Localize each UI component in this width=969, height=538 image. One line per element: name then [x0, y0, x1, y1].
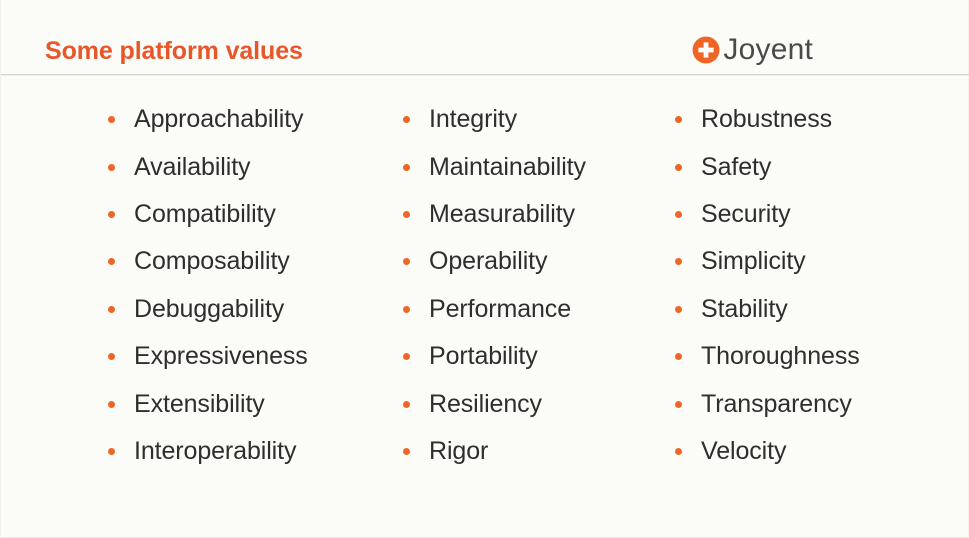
- bullet-dot-icon: [108, 447, 115, 455]
- value-label: Resiliency: [429, 389, 542, 418]
- bullet-dot-icon: [675, 400, 682, 408]
- bullet-dot-icon: [675, 210, 682, 218]
- value-label: Simplicity: [701, 247, 806, 276]
- bullet-dot-icon: [675, 163, 682, 171]
- value-label: Integrity: [429, 105, 518, 134]
- value-label: Compatibility: [134, 199, 276, 228]
- bullet-dot-icon: [403, 210, 410, 218]
- value-list-2: Integrity Maintainability Measurability …: [397, 96, 669, 475]
- value-label: Safety: [701, 152, 772, 181]
- values-columns: Approachability Availability Compatibili…: [1, 96, 969, 475]
- bullet-dot-icon: [675, 305, 682, 313]
- list-item: Robustness: [669, 96, 959, 143]
- bullet-dot-icon: [675, 447, 682, 455]
- value-label: Operability: [429, 247, 548, 276]
- value-label: Availability: [134, 152, 251, 181]
- values-column-1: Approachability Availability Compatibili…: [1, 96, 397, 475]
- value-label: Extensibility: [134, 389, 265, 418]
- bullet-dot-icon: [108, 258, 115, 266]
- value-label: Measurability: [429, 199, 575, 228]
- list-item: Extensibility: [102, 380, 397, 427]
- list-item: Interoperability: [102, 428, 397, 475]
- value-label: Debuggability: [134, 294, 285, 323]
- list-item: Transparency: [669, 380, 959, 427]
- list-item: Velocity: [669, 428, 959, 475]
- bullet-dot-icon: [403, 353, 410, 361]
- list-item: Operability: [397, 238, 669, 285]
- value-label: Velocity: [701, 436, 787, 465]
- bullet-dot-icon: [108, 400, 115, 408]
- values-column-3: Robustness Safety Security Simplicity St…: [669, 96, 959, 475]
- joyent-logo: Joyent: [692, 33, 813, 67]
- values-column-2: Integrity Maintainability Measurability …: [397, 96, 669, 475]
- list-item: Resiliency: [397, 380, 669, 427]
- list-item: Performance: [397, 286, 669, 333]
- page-title: Some platform values: [45, 37, 303, 65]
- list-item: Portability: [397, 333, 669, 380]
- joyent-plus-circle-icon: [692, 36, 720, 64]
- list-item: Composability: [102, 238, 397, 285]
- value-list-1: Approachability Availability Compatibili…: [102, 96, 397, 475]
- list-item: Thoroughness: [669, 333, 959, 380]
- list-item: Debuggability: [102, 286, 397, 333]
- bullet-dot-icon: [108, 353, 115, 361]
- bullet-dot-icon: [403, 116, 410, 124]
- header-divider-highlight: [1, 75, 969, 76]
- list-item: Approachability: [102, 96, 397, 143]
- bullet-dot-icon: [675, 258, 682, 266]
- value-label: Approachability: [134, 105, 304, 134]
- value-label: Thoroughness: [701, 342, 860, 371]
- bullet-dot-icon: [108, 163, 115, 171]
- value-label: Portability: [429, 342, 538, 371]
- value-label: Transparency: [701, 389, 852, 418]
- list-item: Stability: [669, 286, 959, 333]
- list-item: Rigor: [397, 428, 669, 475]
- list-item: Availability: [102, 143, 397, 190]
- value-label: Performance: [429, 294, 572, 323]
- slide-header: Some platform values Joyent: [1, 0, 969, 76]
- joyent-wordmark: Joyent: [723, 33, 813, 66]
- list-item: Safety: [669, 143, 959, 190]
- list-item: Measurability: [397, 191, 669, 238]
- list-item: Simplicity: [669, 238, 959, 285]
- value-label: Rigor: [429, 436, 489, 465]
- value-label: Interoperability: [134, 436, 297, 465]
- presentation-slide: Some platform values Joyent Approachabil…: [0, 0, 969, 538]
- bullet-dot-icon: [403, 305, 410, 313]
- value-label: Composability: [134, 247, 290, 276]
- bullet-dot-icon: [403, 163, 410, 171]
- bullet-dot-icon: [108, 116, 115, 124]
- bullet-dot-icon: [403, 400, 410, 408]
- value-list-3: Robustness Safety Security Simplicity St…: [669, 96, 959, 475]
- list-item: Security: [669, 191, 959, 238]
- list-item: Compatibility: [102, 191, 397, 238]
- list-item: Maintainability: [397, 143, 669, 190]
- value-label: Stability: [701, 294, 788, 323]
- value-label: Robustness: [701, 105, 833, 134]
- list-item: Expressiveness: [102, 333, 397, 380]
- bullet-dot-icon: [403, 447, 410, 455]
- value-label: Security: [701, 199, 791, 228]
- bullet-dot-icon: [403, 258, 410, 266]
- value-label: Expressiveness: [134, 342, 308, 371]
- bullet-dot-icon: [675, 116, 682, 124]
- value-label: Maintainability: [429, 152, 586, 181]
- bullet-dot-icon: [675, 353, 682, 361]
- bullet-dot-icon: [108, 210, 115, 218]
- list-item: Integrity: [397, 96, 669, 143]
- bullet-dot-icon: [108, 305, 115, 313]
